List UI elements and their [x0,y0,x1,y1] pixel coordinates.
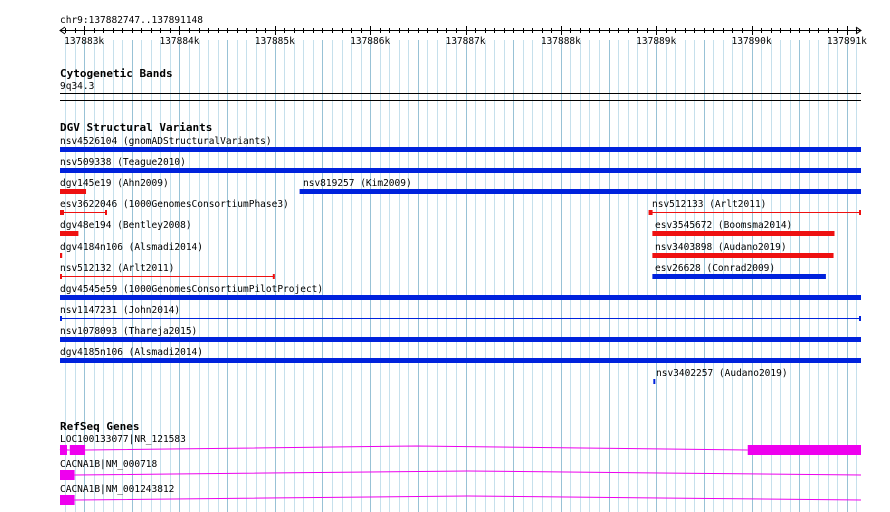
ruler-tick-label: 137888k [541,36,581,47]
sv-feature-nsv3403898[interactable]: nsv3403898 (Audano2019) [652,242,834,258]
sv-feature-bar[interactable] [60,337,861,342]
sv-feature-dgv145e19[interactable]: dgv145e19 (Ahn2009) [60,178,169,194]
tracks-overlay: 137883k 137884k 137885k 137886k 137887k 13788… [59,26,867,505]
sv-feature-label: dgv145e19 (Ahn2009) [60,178,169,189]
sv-feature-bar[interactable] [652,231,835,236]
sv-feature-nsv3402257[interactable]: nsv3402257 (Audano2019) [653,368,788,384]
sv-feature-bar[interactable] [60,168,861,173]
sv-feature-end[interactable] [60,274,62,279]
gene-intron[interactable] [74,495,862,501]
sv-feature-bar[interactable] [653,379,656,384]
sv-feature-label: dgv4185n106 (Alsmadi2014) [60,347,203,358]
sv-feature-label: dgv48e194 (Bentley2008) [60,220,192,231]
gene-intron[interactable] [74,470,862,476]
sv-feature-nsv509338[interactable]: nsv509338 (Teague2010) [60,157,861,173]
sv-feature-dgv48e194[interactable]: dgv48e194 (Bentley2008) [60,220,192,236]
sv-feature-end[interactable] [859,316,861,321]
sv-feature-end[interactable] [272,274,275,279]
ruler-tick-label: 137884k [159,36,199,47]
sv-feature-bar[interactable] [60,358,861,363]
sv-feature-label: nsv3403898 (Audano2019) [655,242,787,253]
sv-feature-nsv1147231[interactable]: nsv1147231 (John2014) [60,305,861,321]
sv-feature-label: nsv4526104 (gnomADStructuralVariants) [60,136,272,147]
sv-feature-label: dgv4184n106 (Alsmadi2014) [60,242,203,253]
ruler-tick-label: 137890k [732,36,772,47]
sv-feature-esv3545672[interactable]: esv3545672 (Boomsma2014) [652,220,835,236]
sv-feature-dgv4545e59[interactable]: dgv4545e59 (1000GenomesConsortiumPilotPr… [60,284,861,300]
gene-label: CACNA1B|NM_000718 [60,459,158,470]
ruler-tick-label: 137889k [636,36,676,47]
sv-feature-label: dgv4545e59 (1000GenomesConsortiumPilotPr… [60,284,323,295]
sv-feature-end[interactable] [648,210,653,215]
gene-feature-LOC100133077[interactable]: LOC100133077|NR_121583 [59,434,861,455]
gene-intron[interactable] [59,445,748,451]
sv-feature-label: esv26628 (Conrad2009) [655,263,775,274]
sv-feature-bar[interactable] [60,295,861,300]
ruler-tick-label: 137886k [350,36,390,47]
sv-feature-label: nsv512133 (Arlt2011) [652,199,766,210]
gene-exon[interactable] [60,445,67,455]
sv-feature-bar[interactable] [60,253,63,258]
gene-feature-CACNA1B_3812[interactable]: CACNA1B|NM_001243812 [60,484,862,505]
sv-feature-label: nsv512132 (Arlt2011) [60,263,174,274]
sv-feature-end[interactable] [60,316,62,321]
sv-feature-esv26628[interactable]: esv26628 (Conrad2009) [652,263,826,279]
sv-feature-end[interactable] [60,210,64,215]
sv-feature-bar[interactable] [60,189,87,194]
sv-feature-bar[interactable] [652,274,826,279]
sv-feature-label: nsv819257 (Kim2009) [303,178,412,189]
gene-exon[interactable] [747,445,861,455]
sv-feature-nsv1078093[interactable]: nsv1078093 (Thareja2015) [60,326,861,342]
sv-feature-bar[interactable] [60,147,861,152]
ruler-tick-label: 137883k [64,36,104,47]
genome-browser-view: chr9:137882747..137891148 Cytogenetic Ba… [0,0,890,512]
sv-feature-label: nsv3402257 (Audano2019) [656,368,788,379]
sv-feature-label: nsv1078093 (Thareja2015) [60,326,197,337]
sv-feature-nsv4526104[interactable]: nsv4526104 (gnomADStructuralVariants) [60,136,861,152]
gene-feature-CACNA1B_718[interactable]: CACNA1B|NM_000718 [60,459,862,480]
sv-feature-nsv512132[interactable]: nsv512132 (Arlt2011) [60,263,275,279]
ruler-tick-label: 137891k [827,36,867,47]
sv-feature-bar[interactable] [60,231,79,236]
sv-feature-bar[interactable] [652,253,834,258]
gene-label: CACNA1B|NM_001243812 [60,484,174,495]
sv-feature-bar[interactable] [299,189,861,194]
sv-feature-label: esv3545672 (Boomsma2014) [655,220,792,231]
sv-feature-nsv512133[interactable]: nsv512133 (Arlt2011) [648,199,861,215]
sv-feature-label: nsv1147231 (John2014) [60,305,180,316]
gene-exon[interactable] [60,470,75,480]
gene-exon[interactable] [69,445,86,455]
sv-feature-esv3622046[interactable]: esv3622046 (1000GenomesConsortiumPhase3) [60,199,289,215]
sv-feature-end[interactable] [105,210,108,215]
sv-feature-dgv4185n106[interactable]: dgv4185n106 (Alsmadi2014) [60,347,861,363]
sv-feature-end[interactable] [859,210,861,215]
sv-feature-label: nsv509338 (Teague2010) [60,157,186,168]
sv-feature-dgv4184n106[interactable]: dgv4184n106 (Alsmadi2014) [60,242,203,258]
ruler-tick-label: 137885k [255,36,295,47]
sv-feature-label: esv3622046 (1000GenomesConsortiumPhase3) [60,199,289,210]
ruler-tick-label: 137887k [445,36,485,47]
gene-exon[interactable] [60,495,75,505]
sv-feature-nsv819257[interactable]: nsv819257 (Kim2009) [299,178,861,194]
gene-label: LOC100133077|NR_121583 [60,434,186,445]
